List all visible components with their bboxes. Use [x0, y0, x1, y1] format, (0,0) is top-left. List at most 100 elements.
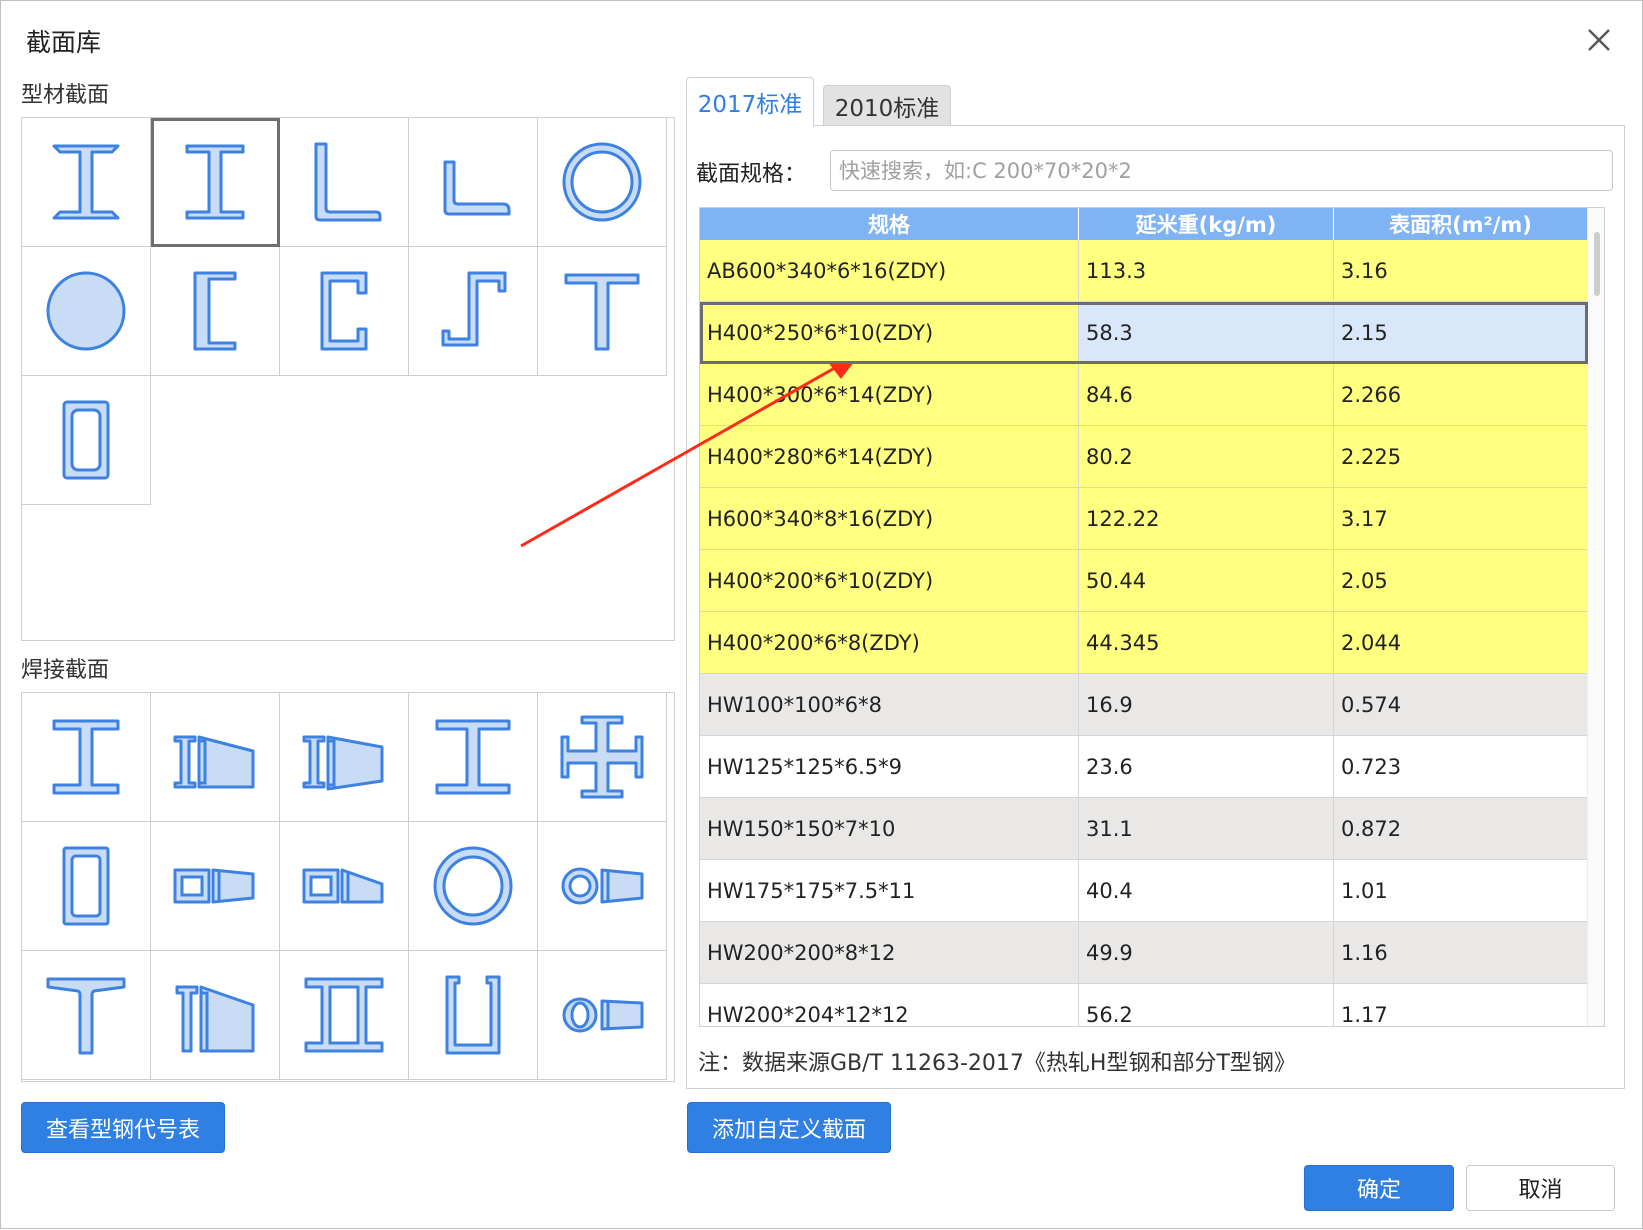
- welded-box-icon[interactable]: [22, 822, 151, 951]
- cell-area: 0.574: [1334, 674, 1588, 735]
- lipped-channel-icon[interactable]: [280, 247, 409, 376]
- cell-weight: 80.2: [1079, 426, 1334, 487]
- cell-weight: 50.44: [1079, 550, 1334, 611]
- channel-icon[interactable]: [151, 247, 280, 376]
- u-section-icon[interactable]: [409, 951, 538, 1080]
- weld-section-label: 焊接截面: [21, 658, 110, 683]
- double-tapered-i-icon[interactable]: [280, 693, 409, 822]
- cell-spec: H400*200*6*10(ZDY): [700, 550, 1079, 611]
- welded-h-icon[interactable]: [409, 693, 538, 822]
- table-row[interactable]: H400*250*6*10(ZDY) 58.3 2.15: [700, 302, 1588, 364]
- section-library-dialog: 截面库 型材截面 焊接截面 查看型钢代号表 2017标准 2010标准 截面规格…: [0, 0, 1643, 1229]
- cell-spec: H400*280*6*14(ZDY): [700, 426, 1079, 487]
- table-row[interactable]: H400*280*6*14(ZDY) 80.2 2.225: [700, 426, 1588, 488]
- cell-weight: 122.22: [1079, 488, 1334, 549]
- cell-weight: 113.3: [1079, 240, 1334, 301]
- cell-area: 3.17: [1334, 488, 1588, 549]
- cell-weight: 16.9: [1079, 674, 1334, 735]
- tapered-box-icon[interactable]: [151, 822, 280, 951]
- tapered-pipe-icon[interactable]: [538, 822, 667, 951]
- table-row[interactable]: HW150*150*7*10 31.1 0.872: [700, 798, 1588, 860]
- cell-spec: HW175*175*7.5*11: [700, 860, 1079, 921]
- ok-button[interactable]: 确定: [1304, 1165, 1454, 1211]
- i-beam-icon[interactable]: [22, 118, 151, 247]
- cell-weight: 40.4: [1079, 860, 1334, 921]
- cell-weight: 49.9: [1079, 922, 1334, 983]
- cell-weight: 44.345: [1079, 612, 1334, 673]
- weld-section-grid: [21, 692, 675, 1082]
- unequal-angle-icon[interactable]: [409, 118, 538, 247]
- column-header-spec[interactable]: 规格: [700, 208, 1079, 240]
- cell-spec: HW100*100*6*8: [700, 674, 1079, 735]
- cell-area: 2.15: [1334, 302, 1588, 363]
- table-row[interactable]: HW100*100*6*8 16.9 0.574: [700, 674, 1588, 736]
- search-input[interactable]: [830, 150, 1613, 191]
- cell-weight: 56.2: [1079, 984, 1334, 1026]
- table-row[interactable]: HW200*204*12*12 56.2 1.17: [700, 984, 1588, 1026]
- profile-section-label: 型材截面: [21, 83, 110, 108]
- cell-weight: 58.3: [1079, 302, 1334, 363]
- table-row[interactable]: HW175*175*7.5*11 40.4 1.01: [700, 860, 1588, 922]
- table-row[interactable]: AB600*340*6*16(ZDY) 113.3 3.16: [700, 240, 1588, 302]
- tab-2017-standard[interactable]: 2017标准: [686, 77, 814, 127]
- i-beam-selected-icon[interactable]: [151, 118, 280, 247]
- rect-tube-icon[interactable]: [22, 376, 151, 505]
- table-row[interactable]: H400*200*6*8(ZDY) 44.345 2.044: [700, 612, 1588, 674]
- cell-spec: H600*340*8*16(ZDY): [700, 488, 1079, 549]
- close-icon[interactable]: [1582, 23, 1616, 57]
- pipe-icon[interactable]: [538, 118, 667, 247]
- cell-area: 3.16: [1334, 240, 1588, 301]
- cell-area: 1.17: [1334, 984, 1588, 1026]
- cell-area: 1.16: [1334, 922, 1588, 983]
- cancel-button[interactable]: 取消: [1466, 1165, 1615, 1211]
- tapered-pipe-2-icon[interactable]: [538, 951, 667, 1080]
- add-custom-section-button[interactable]: 添加自定义截面: [687, 1102, 891, 1153]
- welded-i-icon[interactable]: [22, 693, 151, 822]
- column-header-area[interactable]: 表面积(m²/m): [1334, 208, 1588, 240]
- cell-area: 2.266: [1334, 364, 1588, 425]
- cell-area: 1.01: [1334, 860, 1588, 921]
- table-row[interactable]: H400*300*6*14(ZDY) 84.6 2.266: [700, 364, 1588, 426]
- cell-area: 2.05: [1334, 550, 1588, 611]
- angle-icon[interactable]: [280, 118, 409, 247]
- single-tapered-box-icon[interactable]: [280, 822, 409, 951]
- table-scrollbar[interactable]: [1587, 208, 1604, 1026]
- cell-weight: 31.1: [1079, 798, 1334, 859]
- table-row[interactable]: H600*340*8*16(ZDY) 122.22 3.17: [700, 488, 1588, 550]
- column-header-weight[interactable]: 延米重(kg/m): [1079, 208, 1334, 240]
- dialog-title: 截面库: [26, 28, 102, 57]
- scrollbar-thumb[interactable]: [1594, 232, 1600, 296]
- data-source-note: 注：数据来源GB/T 11263-2017《热轧H型钢和部分T型钢》: [698, 1051, 1296, 1076]
- table-row[interactable]: HW200*200*8*12 49.9 1.16: [700, 922, 1588, 984]
- cell-spec: HW200*204*12*12: [700, 984, 1079, 1026]
- cell-spec: HW125*125*6.5*9: [700, 736, 1079, 797]
- tapered-tee-icon[interactable]: [151, 951, 280, 1080]
- cell-spec: AB600*340*6*16(ZDY): [700, 240, 1079, 301]
- search-label: 截面规格：: [696, 162, 807, 187]
- cell-area: 0.872: [1334, 798, 1588, 859]
- tee-icon[interactable]: [538, 247, 667, 376]
- double-i-icon[interactable]: [280, 951, 409, 1080]
- profile-section-grid: [21, 117, 675, 641]
- cross-h-icon[interactable]: [538, 693, 667, 822]
- table-row[interactable]: H400*200*6*10(ZDY) 50.44 2.05: [700, 550, 1588, 612]
- cell-spec: H400*250*6*10(ZDY): [700, 302, 1079, 363]
- table-body: AB600*340*6*16(ZDY) 113.3 3.16 H400*250*6*1…: [700, 240, 1588, 1026]
- cell-weight: 84.6: [1079, 364, 1334, 425]
- cell-spec: HW200*200*8*12: [700, 922, 1079, 983]
- cell-spec: H400*300*6*14(ZDY): [700, 364, 1079, 425]
- solid-round-icon[interactable]: [22, 247, 151, 376]
- cell-area: 2.225: [1334, 426, 1588, 487]
- z-section-icon[interactable]: [409, 247, 538, 376]
- welded-pipe-icon[interactable]: [409, 822, 538, 951]
- table-row[interactable]: HW125*125*6.5*9 23.6 0.723: [700, 736, 1588, 798]
- cell-area: 0.723: [1334, 736, 1588, 797]
- table-header: 规格 延米重(kg/m) 表面积(m²/m): [700, 208, 1588, 240]
- welded-tee-icon[interactable]: [22, 951, 151, 1080]
- cell-weight: 23.6: [1079, 736, 1334, 797]
- tapered-i-icon[interactable]: [151, 693, 280, 822]
- tab-2010-standard[interactable]: 2010标准: [823, 85, 951, 127]
- view-codes-button[interactable]: 查看型钢代号表: [21, 1102, 225, 1153]
- cell-spec: HW150*150*7*10: [700, 798, 1079, 859]
- cell-spec: H400*200*6*8(ZDY): [700, 612, 1079, 673]
